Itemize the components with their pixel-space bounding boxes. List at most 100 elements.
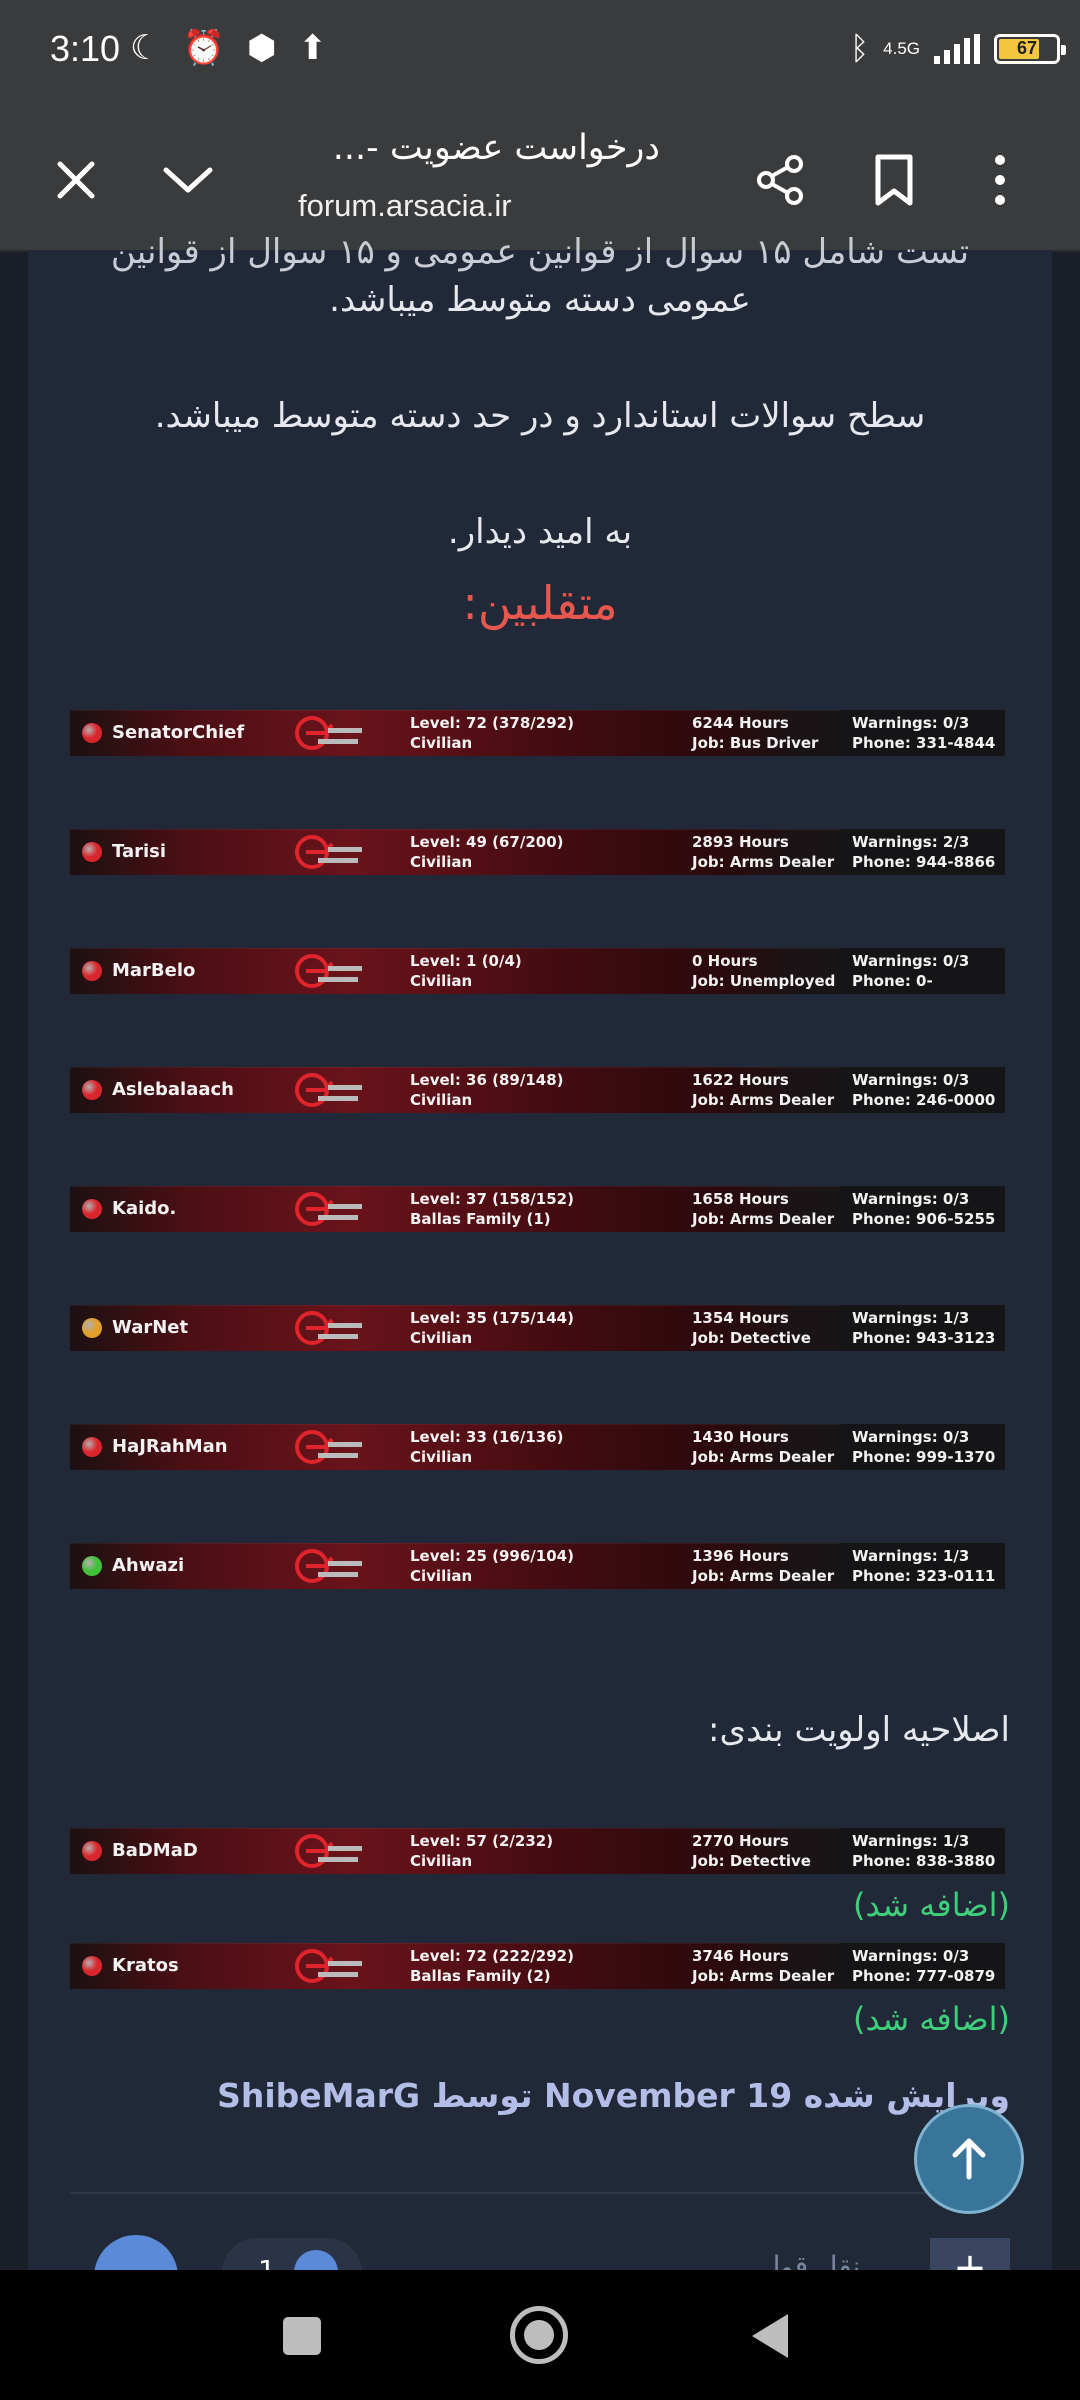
scroll-top-button[interactable] xyxy=(914,2104,1024,2214)
level-column: Level: 72 (222/292) Ballas Family (2) xyxy=(410,1946,574,1986)
collapse-button[interactable] xyxy=(148,140,228,220)
player-level: Level: 36 (89/148) xyxy=(410,1071,564,1089)
player-name: HaJRahMan xyxy=(112,1436,228,1457)
player-warnings: Warnings: 0/3 xyxy=(852,1190,970,1208)
recents-button[interactable] xyxy=(283,2317,321,2355)
signal-icon xyxy=(934,33,980,64)
player-faction: Civilian xyxy=(410,972,473,990)
player-phone: Phone: 838-3880 xyxy=(852,1852,996,1870)
player-name: BaDMaD xyxy=(112,1840,198,1861)
status-dot-icon xyxy=(82,1956,102,1976)
player-phone: Phone: 906-5255 xyxy=(852,1210,996,1228)
status-dot-icon xyxy=(82,1437,102,1457)
share-icon xyxy=(757,155,803,205)
player-faction: Civilian xyxy=(410,734,473,752)
hours-column: 1430 Hours Job: Arms Dealer xyxy=(692,1427,834,1467)
arsacia-logo-icon xyxy=(295,1834,362,1868)
player-name: Tarisi xyxy=(112,841,167,862)
player-warnings: Warnings: 1/3 xyxy=(852,1547,970,1565)
arsacia-logo-icon xyxy=(295,1073,362,1107)
status-dot-icon xyxy=(82,1556,102,1576)
player-name: SenatorChief xyxy=(112,722,245,743)
status-bar: 3:10 ☾ ⏰ ⬢ ⬆ ᛒ 4.5G 67 xyxy=(0,0,1080,110)
player-name: WarNet xyxy=(112,1317,189,1338)
player-warnings: Warnings: 0/3 xyxy=(852,1071,970,1089)
player-phone: Phone: 777-0879 xyxy=(852,1967,996,1985)
player-faction: Civilian xyxy=(410,1852,473,1870)
warnings-column: Warnings: 0/3 Phone: 246-0000 xyxy=(852,1070,995,1110)
back-button[interactable] xyxy=(752,2314,788,2358)
player-job: Job: Arms Dealer xyxy=(692,1967,835,1985)
player-warnings: Warnings: 0/3 xyxy=(852,1428,970,1446)
player-phone: Phone: 323-0111 xyxy=(852,1567,996,1585)
warnings-column: Warnings: 0/3 Phone: 906-5255 xyxy=(852,1189,995,1229)
player-faction: Civilian xyxy=(410,1567,473,1585)
divider xyxy=(70,2192,1010,2194)
warnings-column: Warnings: 0/3 Phone: 777-0879 xyxy=(852,1946,995,1986)
player-warnings: Warnings: 1/3 xyxy=(852,1309,970,1327)
level-column: Level: 1 (0/4) Civilian xyxy=(410,951,522,991)
player-job: Job: Arms Dealer xyxy=(692,1091,835,1109)
player-phone: Phone: 0- xyxy=(852,972,933,990)
arsacia-logo-icon xyxy=(295,1549,362,1583)
cheaters-heading: متقلبین: xyxy=(462,576,618,630)
player-banner: Kaido. Level: 37 (158/152) Ballas Family (… xyxy=(70,1186,1005,1232)
home-button[interactable] xyxy=(510,2306,568,2364)
priority-heading: اصلاحیه اولویت بندی: xyxy=(708,1710,1010,1750)
player-hours: 1622 Hours xyxy=(692,1071,789,1089)
player-warnings: Warnings: 0/3 xyxy=(852,1947,970,1965)
arrow-up-icon xyxy=(952,2138,986,2180)
player-level: Level: 49 (67/200) xyxy=(410,833,564,851)
player-job: Job: Arms Dealer xyxy=(692,1448,835,1466)
status-dot-icon xyxy=(82,1080,102,1100)
arsacia-logo-icon xyxy=(295,716,362,750)
player-hours: 1354 Hours xyxy=(692,1309,789,1327)
player-faction: Civilian xyxy=(410,1091,473,1109)
bookmark-button[interactable] xyxy=(854,140,934,220)
player-faction: Civilian xyxy=(410,1448,473,1466)
player-hours: 2893 Hours xyxy=(692,833,789,851)
close-button[interactable] xyxy=(36,140,116,220)
player-job: Job: Arms Dealer xyxy=(692,853,835,871)
player-warnings: Warnings: 1/3 xyxy=(852,1832,970,1850)
hours-column: 1354 Hours Job: Detective xyxy=(692,1308,811,1348)
player-banner: BaDMaD Level: 57 (2/232) Civilian 2770 Hour… xyxy=(70,1828,1005,1874)
player-name: Kaido. xyxy=(112,1198,177,1219)
post-line: به امید دیدار. xyxy=(447,512,633,552)
player-phone: Phone: 943-3123 xyxy=(852,1329,996,1347)
bookmark-icon xyxy=(875,154,913,206)
more-vert-icon xyxy=(995,155,1005,205)
arsacia-logo-icon xyxy=(295,835,362,869)
level-column: Level: 49 (67/200) Civilian xyxy=(410,832,564,872)
player-hours: 1430 Hours xyxy=(692,1428,789,1446)
arsacia-logo-icon xyxy=(295,1430,362,1464)
warnings-column: Warnings: 0/3 Phone: 0- xyxy=(852,951,969,991)
share-button[interactable] xyxy=(740,140,820,220)
status-dot-icon xyxy=(82,961,102,981)
status-time: 3:10 xyxy=(50,28,121,69)
more-options-button[interactable] xyxy=(960,140,1040,220)
level-column: Level: 57 (2/232) Civilian xyxy=(410,1831,553,1871)
page-url[interactable]: forum.arsacia.ir xyxy=(298,188,512,224)
player-level: Level: 1 (0/4) xyxy=(410,952,522,970)
level-column: Level: 37 (158/152) Ballas Family (1) xyxy=(410,1189,574,1229)
player-phone: Phone: 944-8866 xyxy=(852,853,996,871)
status-dot-icon xyxy=(82,1318,102,1338)
arsacia-logo-icon xyxy=(295,1192,362,1226)
warnings-column: Warnings: 2/3 Phone: 944-8866 xyxy=(852,832,995,872)
player-name: Ahwazi xyxy=(112,1555,185,1576)
upload-icon: ⬆ xyxy=(298,28,328,68)
app-hex-icon: ⬢ xyxy=(246,28,277,68)
player-level: Level: 25 (996/104) xyxy=(410,1547,574,1565)
battery-icon: 67 xyxy=(994,33,1066,64)
status-dot-icon xyxy=(82,1199,102,1219)
network-type: 4.5G xyxy=(883,38,920,58)
close-icon xyxy=(57,161,95,199)
player-hours: 1396 Hours xyxy=(692,1547,789,1565)
warnings-column: Warnings: 1/3 Phone: 838-3880 xyxy=(852,1831,995,1871)
hours-column: 2893 Hours Job: Arms Dealer xyxy=(692,832,834,872)
player-job: Job: Unemployed xyxy=(692,972,836,990)
player-phone: Phone: 999-1370 xyxy=(852,1448,996,1466)
warnings-column: Warnings: 1/3 Phone: 323-0111 xyxy=(852,1546,995,1586)
player-faction: Civilian xyxy=(410,853,473,871)
